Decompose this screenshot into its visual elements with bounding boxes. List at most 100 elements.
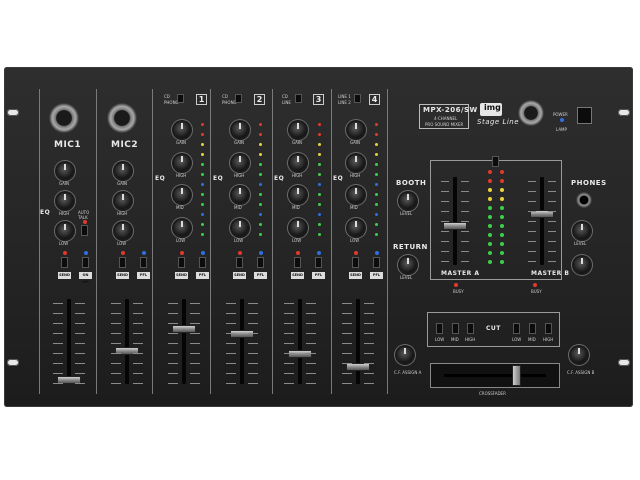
ch3-pfl-button[interactable] bbox=[315, 257, 322, 268]
ch4-send-tag: SEND bbox=[349, 272, 362, 279]
ch1-low-knob[interactable] bbox=[174, 220, 190, 236]
cf-assign-b-knob[interactable] bbox=[571, 347, 587, 363]
booth-level-knob[interactable] bbox=[400, 193, 416, 209]
mic2-high-knob[interactable] bbox=[115, 193, 131, 209]
master-scale-tick bbox=[461, 241, 469, 242]
ch3-gain-knob[interactable] bbox=[290, 122, 306, 138]
master-meter-led bbox=[488, 242, 492, 246]
power-switch[interactable] bbox=[577, 107, 592, 124]
low-knob-label: LOW bbox=[176, 238, 186, 243]
channel-meter-led bbox=[318, 123, 321, 126]
meter-mode-switch[interactable] bbox=[492, 156, 499, 167]
fader-scale-tick bbox=[364, 353, 374, 354]
ch2-low-knob[interactable] bbox=[232, 220, 248, 236]
master-xlr-input[interactable] bbox=[518, 100, 544, 126]
ch2-high-knob[interactable] bbox=[232, 155, 248, 171]
fader-scale-tick bbox=[248, 323, 258, 324]
cut-b-high-button[interactable] bbox=[545, 323, 552, 334]
return-level-knob[interactable] bbox=[400, 257, 416, 273]
ch2-pfl-button[interactable] bbox=[257, 257, 264, 268]
channel-meter-led bbox=[375, 123, 378, 126]
master-a-fader[interactable] bbox=[443, 222, 467, 230]
ch4-pfl-button[interactable] bbox=[373, 257, 380, 268]
mic2-send-button[interactable] bbox=[119, 257, 126, 268]
phones-mix-knob[interactable] bbox=[574, 257, 590, 273]
ch1-input-selector[interactable] bbox=[177, 94, 184, 103]
ch2-gain-knob[interactable] bbox=[232, 122, 248, 138]
channel-meter-led bbox=[375, 153, 378, 156]
divider bbox=[331, 89, 332, 394]
channel-meter-led bbox=[201, 173, 204, 176]
mic1-label: MIC1 bbox=[54, 140, 82, 150]
mic1-gain-knob[interactable] bbox=[57, 163, 73, 179]
ch3-mid-knob[interactable] bbox=[290, 187, 306, 203]
ch2-fader[interactable] bbox=[230, 330, 254, 338]
channel-meter-led bbox=[318, 183, 321, 186]
ch1-high-knob[interactable] bbox=[174, 155, 190, 171]
fader-scale-tick bbox=[75, 383, 85, 384]
mic1-xlr-input[interactable] bbox=[49, 103, 79, 133]
ch4-mid-knob[interactable] bbox=[348, 187, 364, 203]
mic2-pfl-button[interactable] bbox=[140, 257, 147, 268]
ch2-input-selector[interactable] bbox=[235, 94, 242, 103]
mic2-low-knob[interactable] bbox=[115, 223, 131, 239]
fader-scale-tick bbox=[53, 333, 63, 334]
fader-scale-tick bbox=[190, 383, 200, 384]
ch3-fader[interactable] bbox=[288, 350, 312, 358]
ch4-send-button[interactable] bbox=[352, 257, 359, 268]
ch1-fader-slot bbox=[182, 299, 186, 384]
mic1-low-knob[interactable] bbox=[57, 223, 73, 239]
ch2-send-button[interactable] bbox=[236, 257, 243, 268]
ch4-selector-label: LINE 1 bbox=[338, 94, 351, 99]
ch1-mid-knob[interactable] bbox=[174, 187, 190, 203]
ch4-low-knob[interactable] bbox=[348, 220, 364, 236]
ch3-input-selector[interactable] bbox=[295, 94, 302, 103]
master-scale-tick bbox=[548, 241, 556, 242]
mic2-xlr-input[interactable] bbox=[107, 103, 137, 133]
cf-assign-a-knob[interactable] bbox=[397, 347, 413, 363]
master-meter-led bbox=[488, 188, 492, 192]
level-knob-label: LEVEL bbox=[400, 275, 413, 280]
cut-b-mid-button[interactable] bbox=[529, 323, 536, 334]
fader-scale-tick bbox=[111, 313, 121, 314]
fader-scale-tick bbox=[111, 333, 121, 334]
cut-a-mid-button[interactable] bbox=[452, 323, 459, 334]
ch3-high-knob[interactable] bbox=[290, 155, 306, 171]
master-meter-led bbox=[500, 197, 504, 201]
ch4-gain-knob[interactable] bbox=[348, 122, 364, 138]
ch4-input-selector[interactable] bbox=[354, 94, 361, 103]
fader-scale-tick bbox=[342, 363, 352, 364]
ch3-send-button[interactable] bbox=[294, 257, 301, 268]
mic1-high-knob[interactable] bbox=[57, 193, 73, 209]
fader-scale-tick bbox=[364, 323, 374, 324]
ch1-gain-knob[interactable] bbox=[174, 122, 190, 138]
fader-scale-tick bbox=[342, 343, 352, 344]
phones-level-knob[interactable] bbox=[574, 223, 590, 239]
phones-jack[interactable] bbox=[576, 192, 592, 208]
ch2-selector-label: CD bbox=[222, 94, 228, 99]
high-knob-label: HIGH bbox=[350, 173, 361, 178]
mic1-auto-talk-button[interactable] bbox=[81, 225, 88, 236]
divider bbox=[96, 89, 97, 394]
ch4-high-knob[interactable] bbox=[348, 155, 364, 171]
fader-scale-tick bbox=[53, 353, 63, 354]
ch2-pfl-tag: PFL bbox=[254, 272, 267, 279]
cut-a-high-button[interactable] bbox=[467, 323, 474, 334]
ch2-fader-slot bbox=[240, 299, 244, 384]
cut-b-low-button[interactable] bbox=[513, 323, 520, 334]
crossfader-knob[interactable] bbox=[512, 365, 521, 386]
mic1-send-button[interactable] bbox=[61, 257, 68, 268]
ch2-mid-knob[interactable] bbox=[232, 187, 248, 203]
ch1-pfl-button[interactable] bbox=[199, 257, 206, 268]
ch1-fader[interactable] bbox=[172, 325, 196, 333]
master-scale-tick bbox=[461, 211, 469, 212]
mic1-onair-button[interactable] bbox=[82, 257, 89, 268]
mic1-send-tag: SEND bbox=[58, 272, 71, 279]
mic2-gain-knob[interactable] bbox=[115, 163, 131, 179]
master-scale-tick bbox=[441, 261, 449, 262]
ch4-fader[interactable] bbox=[346, 363, 370, 371]
ch3-low-knob[interactable] bbox=[290, 220, 306, 236]
ch1-send-button[interactable] bbox=[178, 257, 185, 268]
ch4-selector-label-bottom: LINE 2 bbox=[338, 100, 351, 105]
cut-a-low-button[interactable] bbox=[436, 323, 443, 334]
